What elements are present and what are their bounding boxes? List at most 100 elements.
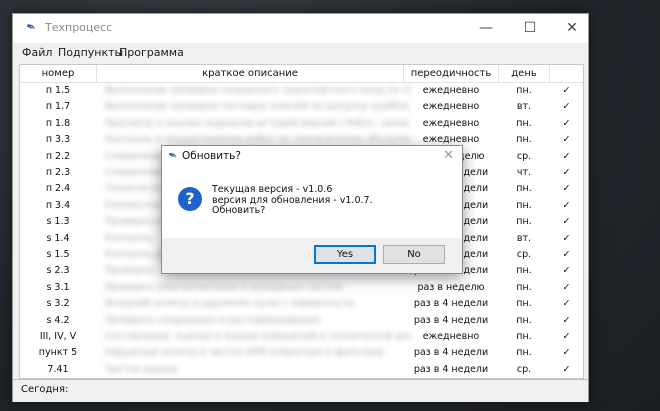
row-done-check: ✓ [562,199,571,211]
menu-subitems[interactable]: Подпункты [58,46,123,59]
row-done-check: ✓ [562,249,571,260]
table-row[interactable]: пункт 5 Наружный осмотр и чистка АРМ опер… [20,345,583,361]
maximize-icon[interactable]: ☐ [516,18,544,38]
minimize-icon[interactable]: — [472,18,500,38]
row-day: вт. [516,101,532,113]
row-done-check: ✓ [562,101,571,113]
no-button[interactable]: No [383,245,445,264]
row-number: s 3.1 [46,281,70,293]
update-dialog: ✒ Обновить? ✕ ? Текущая версия - v1.0.6 … [161,145,463,274]
row-day: пн. [516,199,532,211]
row-done-check: ✓ [562,314,571,326]
row-number: III, IV, V [39,331,77,342]
row-periodicity: раз в 4 недели [413,363,489,375]
row-number: п 3.4 [45,199,71,211]
row-day: ср. [516,150,532,162]
row-description: Выполнение проверки сохранного транспорт… [105,85,411,96]
row-done-check: ✓ [562,298,571,310]
current-version-text: Текущая версия - v1.0.6 [212,184,333,195]
window-title: Техпроцесс [45,21,113,34]
dialog-message: Текущая версия - v1.0.6 версия для обнов… [212,184,373,217]
row-number: п 1.7 [45,101,71,113]
today-label: Сегодня: [21,384,69,395]
table-row[interactable]: III, IV, V Составление, оценка и анализ и… [20,329,583,345]
menu-bar: Файл Подпункты Программа [13,43,588,64]
table-row[interactable]: 7.41 Чистка экрана раз в 4 недели ср. ✓ [20,362,583,378]
row-day: пн. [516,117,532,129]
table-row[interactable]: s 3.1 Проверка электропитания и резервных… [20,280,583,296]
row-done-check: ✓ [562,347,571,359]
row-day: пн. [516,216,532,228]
feather-icon: ✒ [23,18,39,36]
close-icon[interactable]: ✕ [558,18,586,38]
row-number: п 2.4 [45,183,71,195]
row-done-check: ✓ [562,134,571,146]
row-day: пн. [516,347,532,359]
yes-button[interactable]: Yes [314,245,376,264]
header-day[interactable]: день [499,65,549,82]
row-day: пн. [516,134,532,146]
row-periodicity: ежедневно [422,331,480,342]
table-row[interactable]: s 3.2 Внешний осмотр и удаление пыли с по… [20,296,583,312]
row-day: пн. [516,331,532,342]
row-description: Проверка соединения и растормаживания [105,314,320,326]
row-periodicity: раз в неделю [417,281,485,293]
row-number: пункт 5 [38,347,78,359]
header-periodicity[interactable]: переодичность [404,65,498,82]
row-periodicity: раз в 4 недели [413,314,489,326]
menu-file[interactable]: Файл [22,46,52,59]
dialog-body: ? Текущая версия - v1.0.6 версия для обн… [162,168,462,238]
row-description: Выполнение проверки тестовых ключей по в… [105,101,409,113]
row-done-check: ✓ [562,216,571,228]
row-done-check: ✓ [562,331,571,342]
row-done-check: ✓ [562,85,571,96]
table-header: номер краткое описание переодичность ден… [20,65,583,83]
row-description: Составление, оценка и анализ изменений в… [105,331,411,342]
row-day: пн. [516,85,532,96]
row-done-check: ✓ [562,167,571,178]
row-number: п 2.2 [45,150,71,162]
table-row[interactable]: п 1.8 Просмотр и анализ журналов историй … [20,116,583,132]
update-question-text: Обновить? [212,205,266,216]
row-description: Проверка электропитания и резервных сист… [105,281,343,293]
row-description: Наружный осмотр и чистка АРМ оператора и… [105,347,384,359]
row-periodicity: раз в 4 недели [413,347,489,359]
header-description[interactable]: краткое описание [97,65,403,82]
row-done-check: ✓ [562,117,571,129]
row-description: Чистка экрана [105,363,178,375]
dialog-title: Обновить? [182,150,241,162]
row-periodicity: ежедневно [422,85,480,96]
row-number: s 2.3 [46,265,70,277]
menu-program[interactable]: Программа [119,46,184,59]
table-row[interactable]: п 1.5 Выполнение проверки сохранного тран… [20,83,583,99]
row-number: s 1.4 [46,232,70,244]
row-day: вт. [516,232,532,244]
question-icon: ? [178,187,202,211]
row-number: п 1.8 [45,117,71,129]
row-number: п 2.3 [45,167,71,178]
row-day: пн. [516,265,532,277]
row-description: Внешний осмотр и удаление пыли с поверхн… [105,298,355,310]
row-day: пн. [516,314,532,326]
row-number: 7.41 [47,363,69,375]
row-day: ср. [516,363,532,375]
row-number: s 1.5 [46,249,70,260]
row-day: пн. [516,298,532,310]
status-bar: Сегодня: [13,379,588,402]
header-done[interactable] [550,65,583,82]
row-number: п 3.3 [45,134,71,146]
title-bar: ✒ Техпроцесс — ☐ ✕ [13,14,588,43]
row-done-check: ✓ [562,363,571,375]
row-description: Просмотр и анализ журналов историй верси… [105,117,411,129]
dialog-close-icon[interactable]: ✕ [443,148,454,163]
row-done-check: ✓ [562,232,571,244]
feather-icon: ✒ [166,147,180,164]
table-row[interactable]: п 1.7 Выполнение проверки тестовых ключей… [20,99,583,115]
row-done-check: ✓ [562,183,571,195]
row-periodicity: раз в 4 недели [413,298,489,310]
header-number[interactable]: номер [20,65,96,82]
row-day: пн. [516,183,532,195]
row-number: s 1.3 [46,216,70,228]
table-row[interactable]: s 4.2 Проверка соединения и растормаживан… [20,313,583,329]
row-periodicity: ежедневно [422,101,480,113]
